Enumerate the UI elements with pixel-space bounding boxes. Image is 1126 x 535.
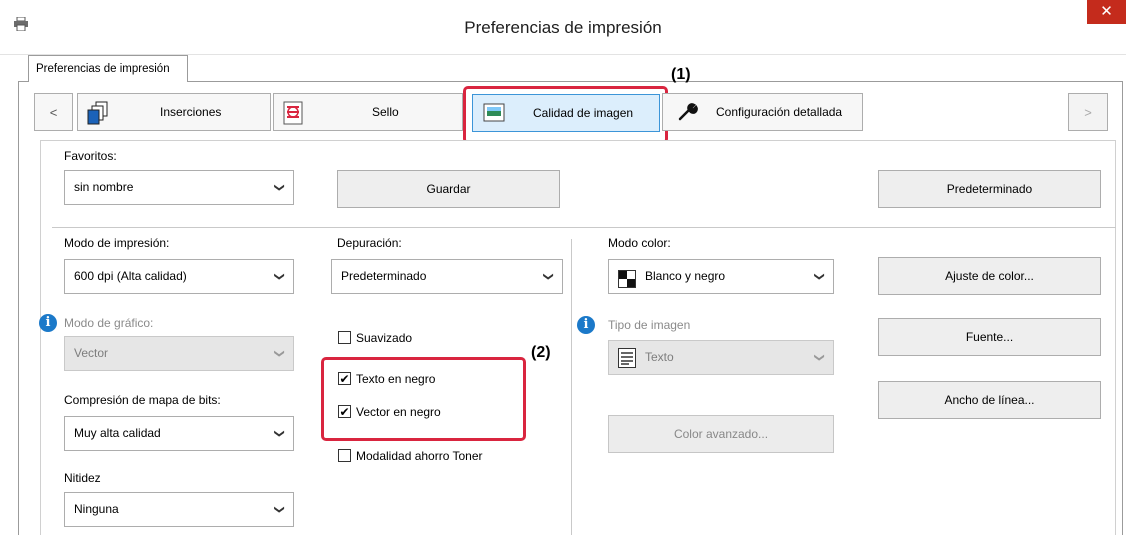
smoothing-label: Suavizado: [356, 331, 413, 345]
bitmap-compression-label: Compresión de mapa de bits:: [64, 393, 221, 407]
tab-preferences[interactable]: Preferencias de impresión: [28, 55, 188, 82]
debug-label: Depuración:: [337, 236, 402, 250]
tab-prev-button[interactable]: <: [34, 93, 73, 131]
graphic-mode-label: Modo de gráfico:: [64, 316, 154, 330]
smoothing-checkbox[interactable]: [338, 331, 351, 344]
chevron-down-icon: ❯: [542, 271, 554, 282]
sharpness-label: Nitidez: [64, 471, 101, 485]
window-title: Preferencias de impresión: [464, 18, 662, 37]
color-mode-value: Blanco y negro: [645, 269, 726, 283]
default-button[interactable]: Predeterminado: [878, 170, 1101, 208]
wrench-icon: [677, 102, 699, 124]
toner-save-label: Modalidad ahorro Toner: [356, 449, 483, 463]
chevron-down-icon: ❯: [273, 428, 285, 439]
black-text-label: Texto en negro: [356, 372, 436, 386]
color-adjust-button[interactable]: Ajuste de color...: [878, 257, 1101, 295]
stamp-icon: [282, 101, 304, 125]
info-icon[interactable]: i: [577, 316, 595, 334]
chevron-down-icon: ❯: [813, 352, 825, 363]
print-mode-select[interactable]: 600 dpi (Alta calidad) ❯: [64, 259, 294, 294]
chevron-down-icon: ❯: [273, 182, 285, 193]
favorites-select[interactable]: sin nombre ❯: [64, 170, 294, 205]
annotation-1: (1): [671, 66, 691, 83]
advanced-color-button[interactable]: Color avanzado...: [608, 415, 834, 453]
color-mode-select[interactable]: Blanco y negro ❯: [608, 259, 834, 294]
annotation-2: (2): [531, 344, 551, 361]
debug-select[interactable]: Predeterminado ❯: [331, 259, 563, 294]
text-document-icon: [618, 348, 636, 381]
black-vector-checkbox[interactable]: ✔: [338, 405, 351, 418]
black-vector-label: Vector en negro: [356, 405, 441, 419]
black-white-icon: [618, 268, 636, 301]
image-type-value: Texto: [645, 350, 674, 364]
black-text-checkbox[interactable]: ✔: [338, 372, 351, 385]
print-mode-value: 600 dpi (Alta calidad): [74, 269, 187, 283]
tab-next-button[interactable]: >: [1068, 93, 1108, 131]
sharpness-value: Ninguna: [74, 502, 119, 516]
image-type-label: Tipo de imagen: [608, 318, 691, 332]
tab-configuracion-detallada[interactable]: Configuración detallada: [662, 93, 863, 131]
toner-save-checkbox[interactable]: [338, 449, 351, 462]
info-icon[interactable]: i: [39, 314, 57, 332]
chevron-down-icon: ❯: [273, 504, 285, 515]
color-mode-label: Modo color:: [608, 236, 671, 250]
divider: [52, 227, 1116, 228]
favorites-value: sin nombre: [74, 180, 134, 194]
sharpness-select[interactable]: Ninguna ❯: [64, 492, 294, 527]
print-mode-label: Modo de impresión:: [64, 236, 170, 250]
chevron-down-icon: ❯: [273, 348, 285, 359]
save-button[interactable]: Guardar: [337, 170, 560, 208]
highlight-box-1: [463, 86, 668, 144]
inserts-icon: [87, 101, 109, 125]
chevron-down-icon: ❯: [273, 271, 285, 282]
line-width-button[interactable]: Ancho de línea...: [878, 381, 1101, 419]
tab-sello-label: Sello: [372, 105, 399, 119]
graphic-mode-value: Vector: [74, 346, 109, 360]
highlight-box-2: [321, 357, 526, 441]
bitmap-compression-value: Muy alta calidad: [74, 426, 161, 440]
tab-configuracion-label: Configuración detallada: [716, 105, 843, 119]
graphic-mode-select[interactable]: Vector ❯: [64, 336, 294, 371]
image-type-select[interactable]: Texto ❯: [608, 340, 834, 375]
close-button[interactable]: ✕: [1087, 0, 1126, 24]
tab-inserciones-label: Inserciones: [160, 105, 222, 119]
font-button[interactable]: Fuente...: [878, 318, 1101, 356]
column-divider: [571, 239, 572, 535]
tab-inserciones[interactable]: Inserciones: [77, 93, 271, 131]
tab-sello[interactable]: Sello: [273, 93, 463, 131]
bitmap-compression-select[interactable]: Muy alta calidad ❯: [64, 416, 294, 451]
debug-value: Predeterminado: [341, 269, 427, 283]
chevron-down-icon: ❯: [813, 271, 825, 282]
favorites-label: Favoritos:: [64, 149, 117, 163]
